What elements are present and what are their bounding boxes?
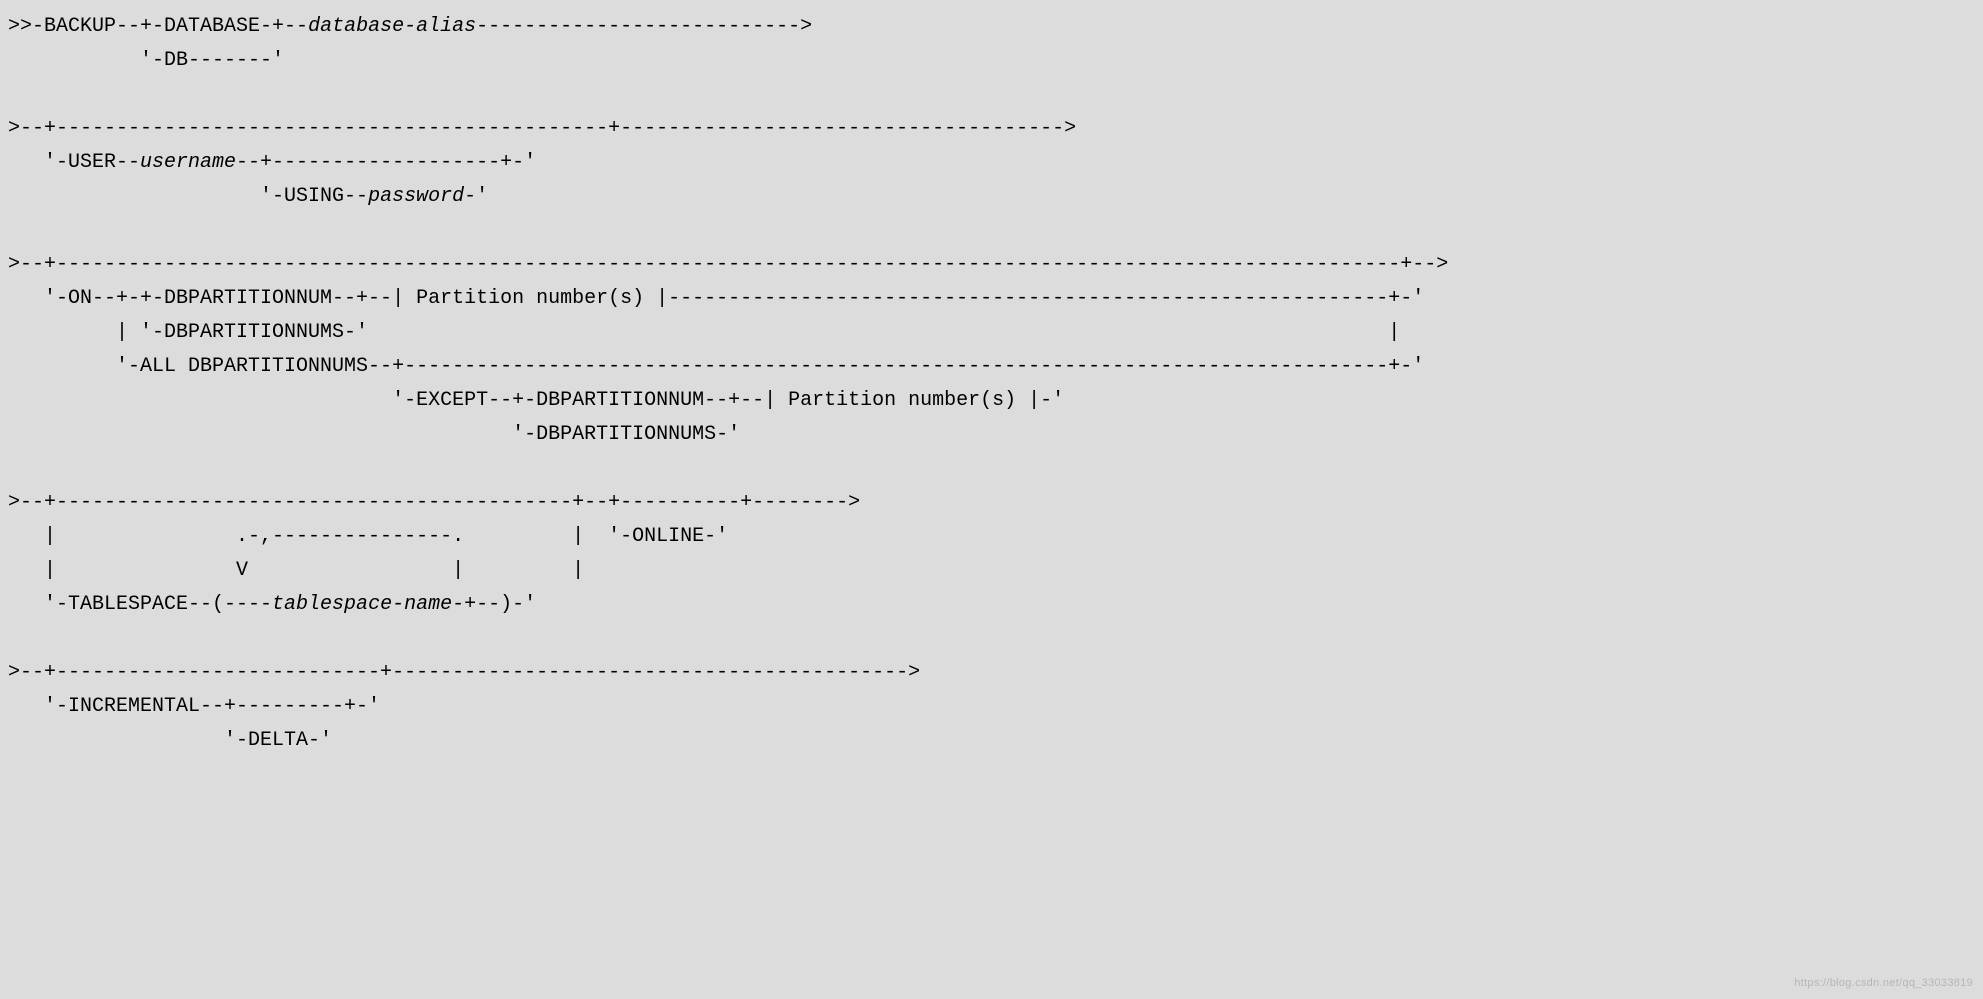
line: '-TABLESPACE--(----tablespace-name-+--)-… (8, 593, 536, 616)
line: >--+---------------------------+--------… (8, 661, 920, 684)
line: >--+------------------------------------… (8, 253, 1448, 276)
watermark-text: https://blog.csdn.net/qq_33033819 (1794, 974, 1973, 993)
line: | V | | (8, 559, 584, 582)
line: '-EXCEPT--+-DBPARTITIONNUM--+--| Partiti… (8, 389, 1064, 412)
syntax-diagram: >>-BACKUP--+-DATABASE-+--database-alias-… (0, 0, 1983, 768)
line: >--+------------------------------------… (8, 117, 1076, 140)
line: '-DELTA-' (8, 729, 332, 752)
line: >--+------------------------------------… (8, 491, 860, 514)
line: | .-,---------------. | '-ONLINE-' (8, 525, 728, 548)
line: '-USING--password-' (8, 185, 488, 208)
line: >>-BACKUP--+-DATABASE-+--database-alias-… (8, 15, 812, 38)
line: '-DB-------' (8, 49, 284, 72)
line: '-DBPARTITIONNUMS-' (8, 423, 740, 446)
line: '-ALL DBPARTITIONNUMS--+----------------… (8, 355, 1424, 378)
line: '-ON--+-+-DBPARTITIONNUM--+--| Partition… (8, 287, 1424, 310)
line: '-INCREMENTAL--+---------+-' (8, 695, 380, 718)
line: '-USER--username--+-------------------+-… (8, 151, 536, 174)
line: | '-DBPARTITIONNUMS-' | (8, 321, 1400, 344)
